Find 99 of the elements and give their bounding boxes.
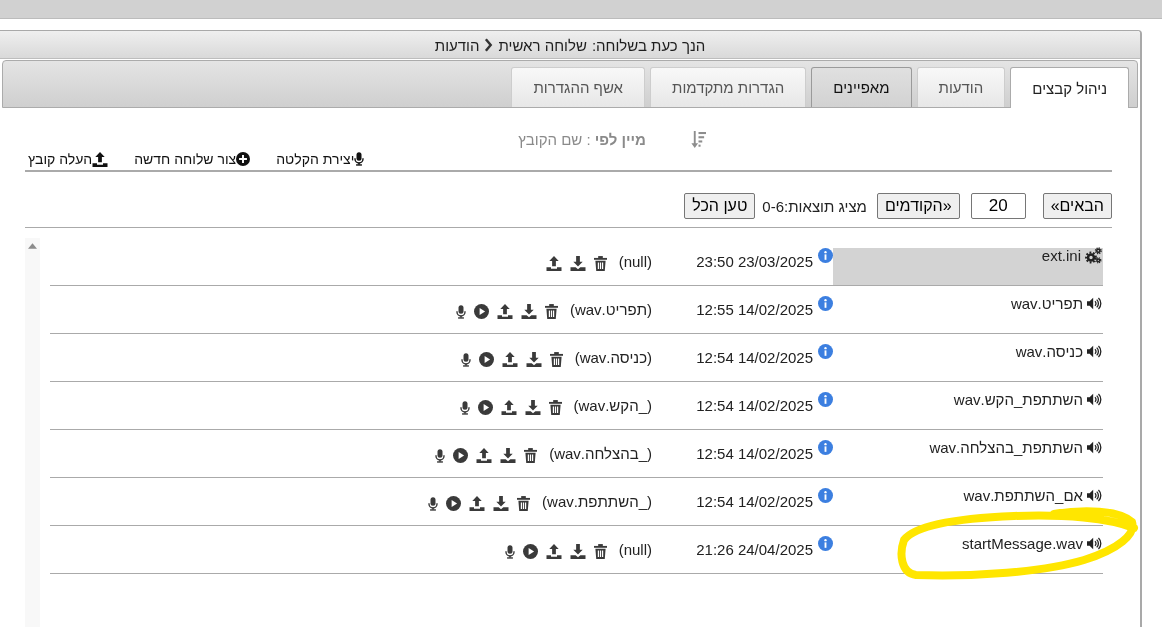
- file-description: (_בהצלחה.wav): [549, 446, 652, 462]
- speaker-icon: [1087, 393, 1102, 406]
- file-name: השתתפת_בהצלחה.wav: [929, 440, 1083, 456]
- play-icon[interactable]: [453, 448, 469, 463]
- play-icon[interactable]: [522, 544, 538, 559]
- sort-label: מיין לפי : שם הקובץ: [518, 130, 646, 148]
- file-name-cell[interactable]: אם_השתתפת.wav: [833, 488, 1103, 525]
- upload-icon[interactable]: [496, 304, 513, 319]
- file-description: (null): [618, 542, 652, 558]
- mic-icon[interactable]: [435, 448, 446, 463]
- download-icon[interactable]: [525, 352, 542, 367]
- file-name-cell[interactable]: ext.ini: [833, 248, 1103, 285]
- mic-icon[interactable]: [428, 496, 439, 511]
- trash-icon[interactable]: [544, 304, 558, 319]
- mic-icon[interactable]: [504, 544, 515, 559]
- speaker-icon: [1087, 537, 1102, 550]
- sort-icon[interactable]: [691, 130, 706, 148]
- modified-date: 23/03/2025 23:50: [696, 254, 813, 270]
- file-name: אם_השתתפת.wav: [963, 488, 1083, 504]
- upload-icon[interactable]: [545, 256, 562, 271]
- file-description: (כניסה.wav): [574, 350, 652, 366]
- download-icon[interactable]: [500, 448, 517, 463]
- upload-icon[interactable]: [469, 496, 486, 511]
- modified-date: 24/04/2025 21:26: [696, 542, 813, 558]
- file-name-cell[interactable]: השתתפת_בהצלחה.wav: [833, 440, 1103, 477]
- toolbar-link[interactable]: יצירת הקלטה: [276, 151, 365, 167]
- results-count: מציג תוצאות:0-6: [762, 197, 867, 215]
- mic-icon[interactable]: [455, 304, 466, 319]
- trash-icon[interactable]: [517, 496, 531, 511]
- previous-button[interactable]: הקודמים»: [876, 193, 960, 219]
- location-label: הנך כעת בשלוחה:: [591, 36, 706, 54]
- speaker-icon: [1087, 297, 1102, 310]
- file-description: (_השתתפת.wav): [542, 494, 652, 510]
- trash-icon[interactable]: [548, 400, 562, 415]
- modified-date: 14/02/2025 12:54: [696, 494, 813, 510]
- download-icon[interactable]: [569, 544, 586, 559]
- tab[interactable]: הודעות: [916, 67, 1006, 107]
- modified-date: 14/02/2025 12:55: [696, 302, 813, 318]
- load-all-button[interactable]: טען הכל: [684, 193, 756, 219]
- tab[interactable]: מאפיינים: [811, 67, 912, 107]
- info-icon[interactable]: [818, 248, 833, 263]
- info-icon[interactable]: [818, 296, 833, 311]
- upload-icon[interactable]: [545, 544, 562, 559]
- scroll-up-icon[interactable]: [28, 243, 37, 249]
- file-description: (תפריט.wav): [569, 302, 652, 318]
- download-icon[interactable]: [569, 256, 586, 271]
- modified-date: 14/02/2025 12:54: [696, 350, 813, 366]
- tab[interactable]: הגדרות מתקדמות: [650, 67, 807, 107]
- toolbar-link[interactable]: העלה קובץ: [28, 151, 109, 167]
- file-name: startMessage.wav: [962, 536, 1083, 552]
- file-name: כניסה.wav: [1015, 344, 1083, 360]
- mic-icon: [354, 152, 365, 166]
- speaker-icon: [1087, 345, 1102, 358]
- file-name-cell[interactable]: השתתפת_הקש.wav: [833, 392, 1103, 429]
- play-icon[interactable]: [477, 400, 493, 415]
- file-name: תפריט.wav: [1010, 296, 1083, 312]
- upload-icon[interactable]: [500, 400, 517, 415]
- upload-icon: [92, 151, 109, 167]
- modified-date: 14/02/2025 12:54: [696, 398, 813, 414]
- download-icon[interactable]: [524, 400, 541, 415]
- info-icon[interactable]: [818, 440, 833, 455]
- trash-icon[interactable]: [524, 448, 538, 463]
- page-size-input[interactable]: 20: [970, 193, 1026, 219]
- modified-date: 14/02/2025 12:54: [696, 446, 813, 462]
- file-description: (_הקש.wav): [573, 398, 652, 414]
- tab[interactable]: אשף ההגדרות: [511, 67, 645, 107]
- upload-icon[interactable]: [476, 448, 493, 463]
- info-icon[interactable]: [818, 344, 833, 359]
- file-name: השתתפת_הקש.wav: [953, 392, 1083, 408]
- download-icon[interactable]: [493, 496, 510, 511]
- upload-icon[interactable]: [501, 352, 518, 367]
- breadcrumb-link[interactable]: הודעות: [434, 36, 480, 54]
- toolbar-link[interactable]: צור שלוחה חדשה: [134, 151, 251, 167]
- gears-icon: [1085, 247, 1102, 264]
- mic-icon[interactable]: [459, 400, 470, 415]
- chevron-right-icon: [484, 38, 494, 52]
- file-name-cell[interactable]: startMessage.wav: [833, 536, 1103, 573]
- trash-icon[interactable]: [593, 256, 607, 271]
- file-description: (null): [618, 254, 652, 270]
- info-icon[interactable]: [818, 536, 833, 551]
- trash-icon[interactable]: [593, 544, 607, 559]
- file-name: ext.ini: [1041, 248, 1081, 264]
- download-icon[interactable]: [520, 304, 537, 319]
- play-icon[interactable]: [446, 496, 462, 511]
- file-name-cell[interactable]: תפריט.wav: [833, 296, 1103, 333]
- info-icon[interactable]: [818, 392, 833, 407]
- speaker-icon: [1087, 489, 1102, 502]
- mic-icon[interactable]: [460, 352, 471, 367]
- plus-circle-icon: [236, 152, 251, 166]
- speaker-icon: [1087, 441, 1102, 454]
- info-icon[interactable]: [818, 488, 833, 503]
- breadcrumb-link[interactable]: שלוחה ראשית: [498, 36, 587, 54]
- play-icon[interactable]: [478, 352, 494, 367]
- file-name-cell[interactable]: כניסה.wav: [833, 344, 1103, 381]
- next-button[interactable]: «הבאים: [1042, 193, 1112, 219]
- trash-icon[interactable]: [549, 352, 563, 367]
- scrollbar[interactable]: [25, 238, 40, 627]
- play-icon[interactable]: [473, 304, 489, 319]
- tab[interactable]: ניהול קבצים: [1010, 67, 1129, 108]
